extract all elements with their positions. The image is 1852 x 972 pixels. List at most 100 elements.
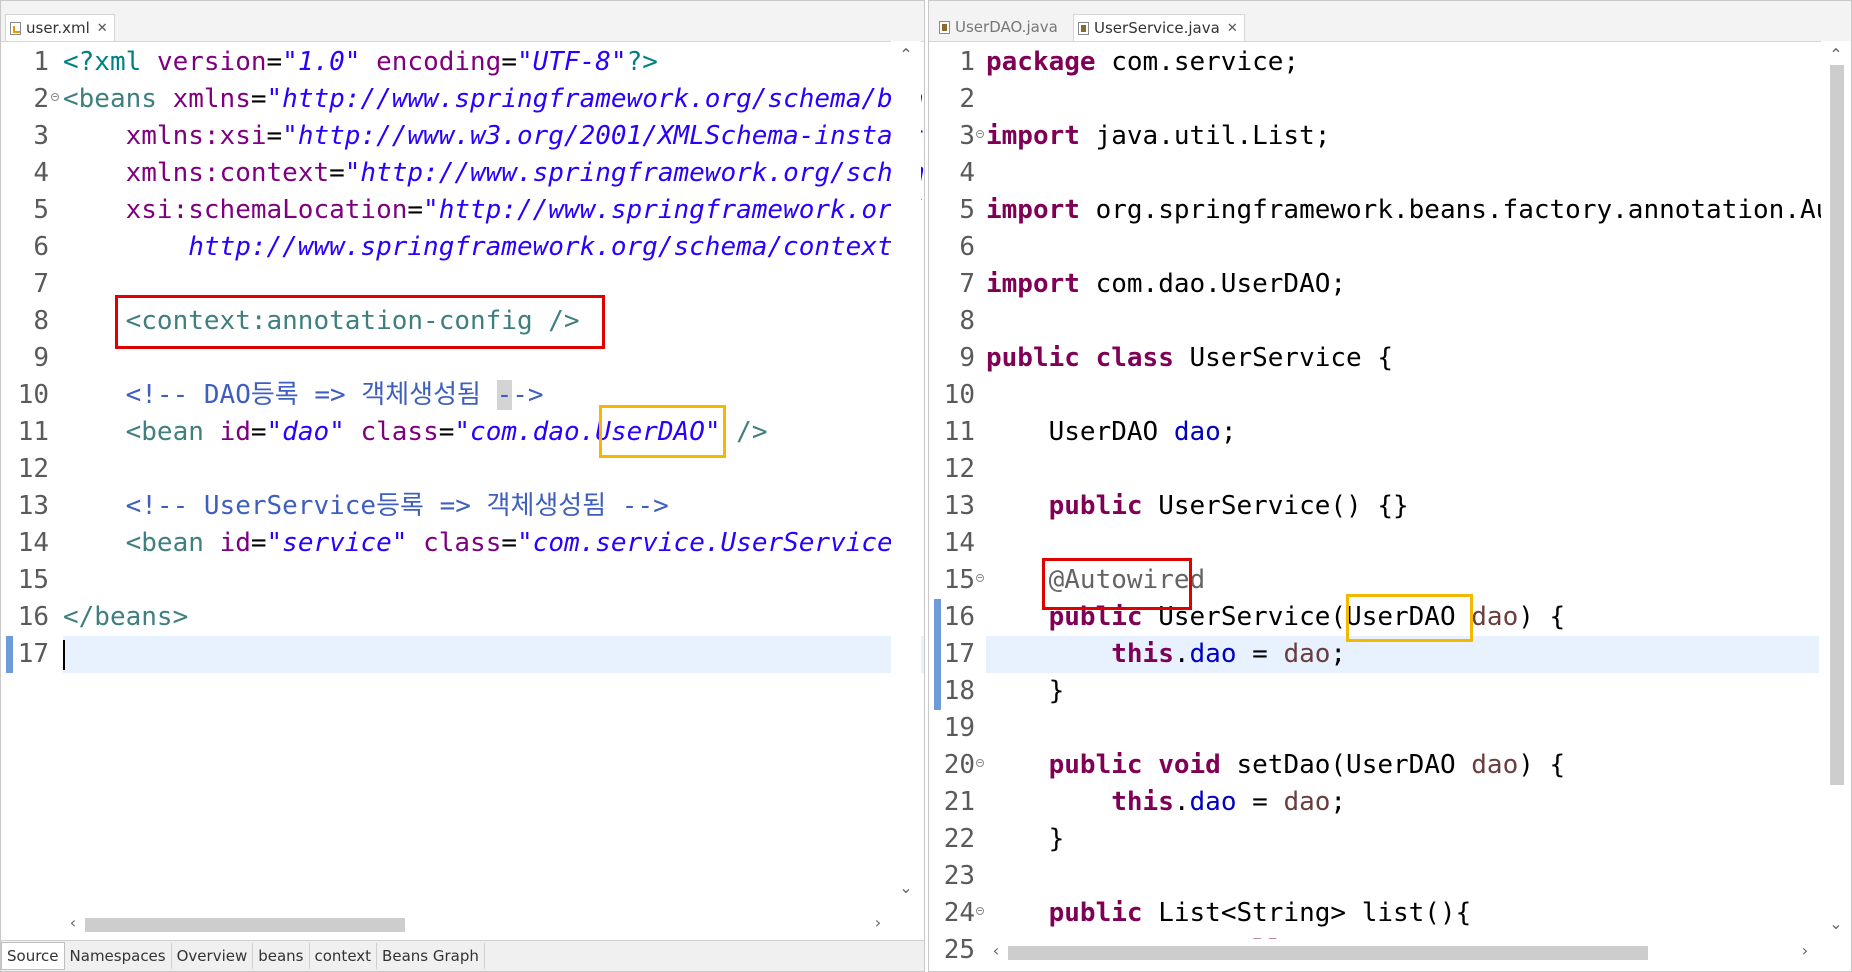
java-code-line[interactable]: 10	[929, 377, 1851, 414]
java-code-line[interactable]: 23	[929, 858, 1851, 895]
java-code-line[interactable]: 11 UserDAO dao;	[929, 414, 1851, 451]
xml-code-line[interactable]: 17	[1, 636, 924, 673]
code-text: }	[986, 676, 1065, 706]
line-number: 10	[943, 380, 975, 410]
java-code-line[interactable]: 18 }	[929, 673, 1851, 710]
line-number: 3	[959, 121, 975, 151]
code-text: public void setDao(UserDAO dao) {	[1048, 750, 1566, 780]
fold-toggle-icon[interactable]	[51, 93, 59, 101]
line-number: 7	[33, 269, 49, 299]
userdao-class-highlight	[599, 405, 726, 458]
line-number: 23	[943, 861, 975, 891]
fold-toggle-icon[interactable]	[976, 574, 984, 582]
scroll-right-icon[interactable]: ›	[868, 913, 888, 932]
code-text: public UserService() {}	[1048, 491, 1409, 521]
xml-code-line[interactable]: 6 http://www.springframework.org/schema/…	[1, 229, 924, 266]
xml-editor-bottom-tabs: Source Namespaces Overview beans context Bean…	[1, 940, 924, 971]
xml-code-line[interactable]: 5 xsi:schemaLocation="http://www.springf…	[1, 192, 924, 229]
java-code-line[interactable]: 12	[929, 451, 1851, 488]
xml-file-icon	[10, 21, 21, 35]
java-code-line[interactable]: 1 package com.service;	[929, 44, 1851, 81]
java-code-line[interactable]: 14	[929, 525, 1851, 562]
line-number: 17	[943, 639, 975, 669]
xml-code-line[interactable]: 1 <?xml version="1.0" encoding="UTF-8"?>	[1, 44, 924, 81]
scroll-right-icon[interactable]: ›	[1795, 941, 1815, 960]
fold-toggle-icon[interactable]	[976, 759, 984, 767]
xml-code-line[interactable]: 11 <bean id="dao" class="com.dao.UserDAO…	[1, 414, 924, 451]
code-text: </beans>	[63, 602, 189, 632]
java-code-line[interactable]: 2	[929, 81, 1851, 118]
xml-code-line[interactable]: 2 <beans xmlns="http://www.springframewor…	[1, 81, 924, 118]
java-code-line[interactable]: 19	[929, 710, 1851, 747]
xml-hscroll-thumb[interactable]	[85, 918, 405, 932]
java-vertical-scrollbar[interactable]: ⌃ ⌄	[1821, 41, 1851, 935]
line-number: 14	[943, 528, 975, 558]
xml-horizontal-scrollbar[interactable]: ‹ ›	[63, 911, 888, 937]
line-number: 19	[943, 713, 975, 743]
tab-user-xml[interactable]: user.xml ✕	[5, 14, 115, 41]
tab-userdao-java[interactable]: UserDAO.java	[935, 14, 1062, 41]
xml-code-line[interactable]: 3 xmlns:xsi="http://www.w3.org/2001/XMLS…	[1, 118, 924, 155]
scroll-up-icon[interactable]: ⌃	[896, 45, 916, 64]
xml-code-line[interactable]: 13 <!-- UserService등록 => 객체생성됨 -->	[1, 488, 924, 525]
xml-vertical-scrollbar[interactable]: ⌃ ⌄	[891, 41, 921, 899]
close-icon[interactable]: ✕	[97, 15, 108, 42]
java-code-line[interactable]: 3 import java.util.List;	[929, 118, 1851, 155]
java-horizontal-scrollbar[interactable]: ‹ ›	[986, 939, 1815, 965]
java-code-line[interactable]: 8	[929, 303, 1851, 340]
code-text: package com.service;	[986, 47, 1300, 77]
xml-code-line[interactable]: 4 xmlns:context="http://www.springframew…	[1, 155, 924, 192]
java-code-line[interactable]: 24 public List<String> list(){	[929, 895, 1851, 932]
java-code-line[interactable]: 13 public UserService() {}	[929, 488, 1851, 525]
line-number: 11	[17, 417, 49, 447]
java-code-line[interactable]: 9 public class UserService {	[929, 340, 1851, 377]
xml-code-line[interactable]: 14 <bean id="service" class="com.service…	[1, 525, 924, 562]
java-code-area[interactable]: 1 package com.service; 2 3 import java.util.…	[929, 41, 1851, 965]
line-number: 11	[943, 417, 975, 447]
xml-code-line[interactable]: 15	[1, 562, 924, 599]
scroll-down-icon[interactable]: ⌄	[896, 878, 916, 897]
xml-code-line[interactable]: 10 <!-- DAO등록 => 객체생성됨 -->	[1, 377, 924, 414]
line-number: 17	[17, 639, 49, 669]
line-number: 13	[943, 491, 975, 521]
line-number: 12	[17, 454, 49, 484]
line-number: 6	[959, 232, 975, 262]
bottom-tab-beans[interactable]: beans	[253, 943, 310, 969]
xml-editor-tabbar: user.xml ✕	[1, 1, 924, 42]
bottom-tab-beans-graph[interactable]: Beans Graph	[377, 943, 485, 969]
java-code-line[interactable]: 22 }	[929, 821, 1851, 858]
code-text	[63, 636, 924, 673]
code-text: <!-- UserService등록 => 객체생성됨 -->	[125, 491, 669, 521]
java-code-line[interactable]: 6	[929, 229, 1851, 266]
line-number: 9	[33, 343, 49, 373]
scroll-left-icon[interactable]: ‹	[986, 941, 1006, 960]
tab-userservice-java[interactable]: UserService.java ✕	[1073, 14, 1245, 41]
xml-code-area[interactable]: 1 <?xml version="1.0" encoding="UTF-8"?> 2…	[1, 41, 924, 911]
tab-label: UserDAO.java	[955, 18, 1058, 36]
java-code-line[interactable]: 5 import org.springframework.beans.factor…	[929, 192, 1851, 229]
line-number: 16	[17, 602, 49, 632]
java-code-line[interactable]: 20 public void setDao(UserDAO dao) {	[929, 747, 1851, 784]
line-number: 6	[33, 232, 49, 262]
code-text: }	[986, 824, 1065, 854]
fold-toggle-icon[interactable]	[976, 130, 984, 138]
bottom-tab-source[interactable]: Source	[1, 942, 65, 970]
xml-code-line[interactable]: 16 </beans>	[1, 599, 924, 636]
java-code-line[interactable]: 4	[929, 155, 1851, 192]
code-text: this.dao = dao;	[1111, 787, 1347, 817]
bottom-tab-overview[interactable]: Overview	[172, 943, 254, 969]
java-code-line[interactable]: 21 this.dao = dao;	[929, 784, 1851, 821]
xml-code-line[interactable]: 12	[1, 451, 924, 488]
scroll-up-icon[interactable]: ⌃	[1826, 45, 1846, 64]
java-hscroll-thumb[interactable]	[1008, 946, 1648, 960]
bottom-tab-context[interactable]: context	[310, 943, 378, 969]
code-text: <bean id="service" class="com.service.Us…	[125, 528, 909, 558]
java-vscroll-thumb[interactable]	[1830, 65, 1844, 785]
line-number: 5	[33, 195, 49, 225]
java-code-line[interactable]: 7 import com.dao.UserDAO;	[929, 266, 1851, 303]
bottom-tab-namespaces[interactable]: Namespaces	[65, 943, 172, 969]
fold-toggle-icon[interactable]	[976, 907, 984, 915]
close-icon[interactable]: ✕	[1227, 15, 1238, 42]
scroll-left-icon[interactable]: ‹	[63, 913, 83, 932]
scroll-down-icon[interactable]: ⌄	[1826, 914, 1846, 933]
